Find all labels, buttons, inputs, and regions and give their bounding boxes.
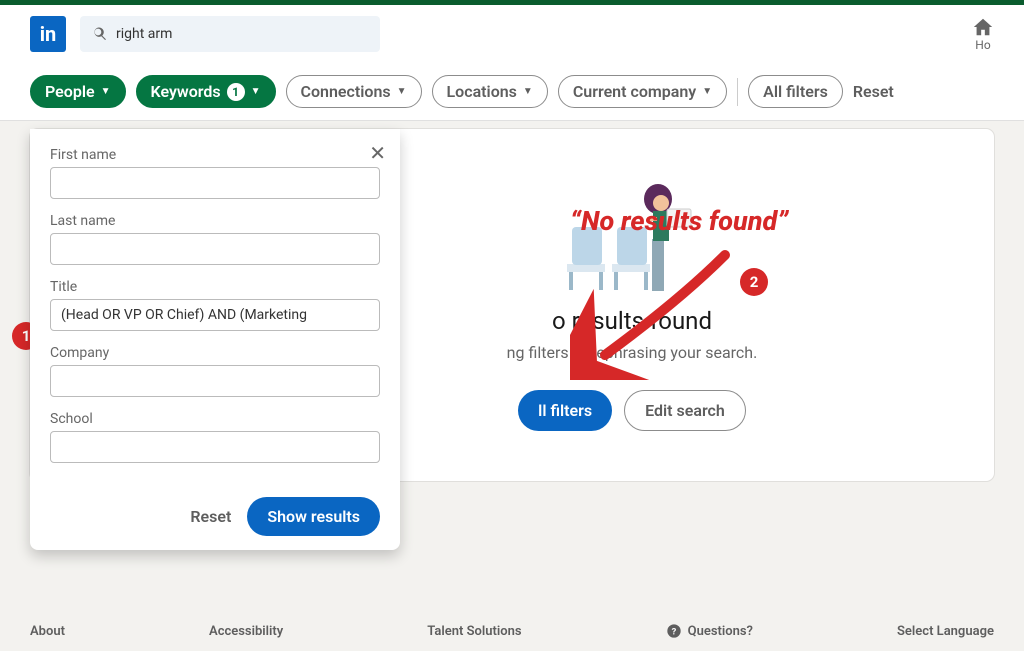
footer-accessibility[interactable]: Accessibility	[209, 624, 283, 639]
company-label: Company	[50, 345, 380, 361]
dropdown-reset[interactable]: Reset	[190, 507, 231, 526]
show-results-button[interactable]: Show results	[247, 497, 380, 536]
title-label: Title	[50, 279, 380, 295]
home-icon	[972, 16, 994, 38]
footer-about[interactable]: About	[30, 624, 65, 639]
filter-people[interactable]: People ▼	[30, 75, 126, 108]
first-name-input[interactable]	[50, 167, 380, 199]
search-box[interactable]	[80, 16, 380, 52]
caret-down-icon: ▼	[702, 86, 712, 97]
caret-down-icon: ▼	[251, 86, 261, 97]
svg-text:?: ?	[671, 626, 676, 637]
filter-locations[interactable]: Locations ▼	[432, 75, 548, 108]
keywords-count-badge: 1	[227, 83, 245, 101]
edit-search-button[interactable]: Edit search	[624, 390, 746, 431]
footer-questions[interactable]: ? Questions?	[666, 623, 753, 639]
question-icon: ?	[666, 623, 682, 639]
company-input[interactable]	[50, 365, 380, 397]
footer: About Accessibility Talent Solutions ? Q…	[0, 623, 1024, 639]
close-button[interactable]: ✕	[369, 141, 386, 165]
linkedin-logo[interactable]: in	[30, 16, 66, 52]
close-icon: ✕	[369, 141, 386, 165]
header: in Ho	[0, 5, 1024, 63]
filter-reset[interactable]: Reset	[853, 82, 894, 101]
school-label: School	[50, 411, 380, 427]
filter-keywords[interactable]: Keywords 1 ▼	[136, 75, 276, 108]
clear-filters-button[interactable]: ll filters	[518, 390, 612, 431]
search-icon	[92, 26, 108, 42]
first-name-label: First name	[50, 147, 380, 163]
no-results-subtitle: ng filters or rephrasing your search.	[330, 343, 934, 362]
filter-connections[interactable]: Connections ▼	[286, 75, 422, 108]
filter-current-company[interactable]: Current company ▼	[558, 75, 727, 108]
caret-down-icon: ▼	[397, 86, 407, 97]
search-input[interactable]	[116, 26, 368, 42]
school-input[interactable]	[50, 431, 380, 463]
filter-bar: People ▼ Keywords 1 ▼ Connections ▼ Loca…	[0, 63, 1024, 121]
caret-down-icon: ▼	[101, 86, 111, 97]
keywords-dropdown: ✕ First name Last name Title Company Sch…	[30, 129, 400, 550]
last-name-label: Last name	[50, 213, 380, 229]
nav-home[interactable]: Ho	[972, 16, 994, 52]
caret-down-icon: ▼	[523, 86, 533, 97]
last-name-input[interactable]	[50, 233, 380, 265]
footer-talent[interactable]: Talent Solutions	[427, 624, 521, 639]
filter-divider	[737, 78, 738, 106]
footer-language[interactable]: Select Language	[897, 624, 994, 639]
annotation-quote: “No results found”	[570, 205, 788, 237]
title-input[interactable]	[50, 299, 380, 331]
filter-all[interactable]: All filters	[748, 75, 843, 108]
annotation-badge-2: 2	[740, 268, 768, 296]
no-results-title: o results found	[330, 307, 934, 335]
